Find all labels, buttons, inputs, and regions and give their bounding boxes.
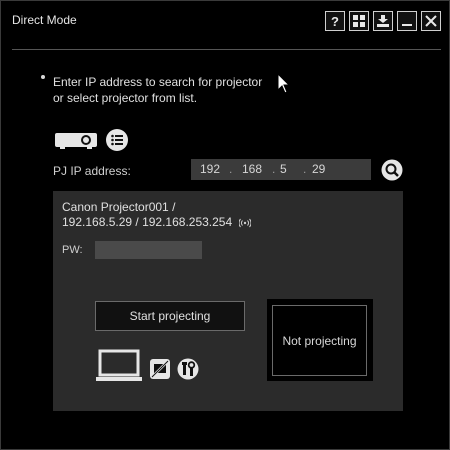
minimize-icon — [402, 24, 412, 26]
password-field[interactable] — [95, 241, 202, 259]
start-projecting-button[interactable]: Start projecting — [95, 301, 245, 331]
projector-name-line-2: 192.168.5.29 / 192.168.253.254 — [62, 215, 251, 230]
pw-label: PW: — [62, 244, 83, 256]
projector-addresses: 192.168.5.29 / 192.168.253.254 — [62, 215, 233, 229]
title-divider — [12, 49, 441, 50]
projection-status: Not projecting — [272, 305, 367, 376]
minimize-button[interactable] — [397, 11, 417, 31]
mouse-cursor-icon — [277, 73, 291, 94]
ip-octet-4[interactable]: 29 — [312, 162, 325, 176]
download-button[interactable] — [373, 11, 393, 31]
ip-separator: . — [303, 162, 307, 176]
download-icon — [377, 15, 389, 27]
close-icon — [425, 15, 437, 27]
ip-octet-1[interactable]: 192 — [200, 162, 220, 176]
projector-icon[interactable] — [53, 130, 99, 150]
bullet-icon — [41, 75, 45, 79]
instruction-text: Enter IP address to search for projector… — [53, 74, 262, 106]
layout-button[interactable] — [349, 11, 369, 31]
ip-octet-2[interactable]: 168 — [242, 162, 262, 176]
instruction-line-2: or select projector from list. — [53, 91, 198, 105]
window-title: Direct Mode — [12, 13, 77, 27]
ip-separator: . — [229, 162, 233, 176]
pj-ip-label: PJ IP address: — [53, 164, 131, 178]
projector-name[interactable]: Canon Projector001 / 192.168.5.29 / 192.… — [62, 200, 251, 230]
screen-off-icon[interactable] — [149, 358, 171, 380]
list-icon[interactable] — [105, 128, 129, 152]
ip-address-input[interactable]: 192 . 168 . 5 . 29 — [191, 159, 371, 180]
direct-mode-window: Direct Mode ? Enter IP address to search… — [0, 0, 450, 450]
help-icon: ? — [331, 13, 339, 29]
ip-octet-3[interactable]: 5 — [280, 162, 287, 176]
wireless-icon — [238, 218, 251, 228]
instruction-line-1: Enter IP address to search for projector — [53, 75, 263, 89]
projector-name-line-1: Canon Projector001 / — [62, 200, 176, 214]
search-icon[interactable] — [381, 159, 403, 181]
laptop-icon — [96, 349, 142, 381]
ip-separator: . — [272, 162, 276, 176]
help-button[interactable]: ? — [325, 11, 345, 31]
close-button[interactable] — [421, 11, 441, 31]
tools-icon[interactable] — [177, 358, 199, 380]
layout-icon — [353, 15, 365, 27]
